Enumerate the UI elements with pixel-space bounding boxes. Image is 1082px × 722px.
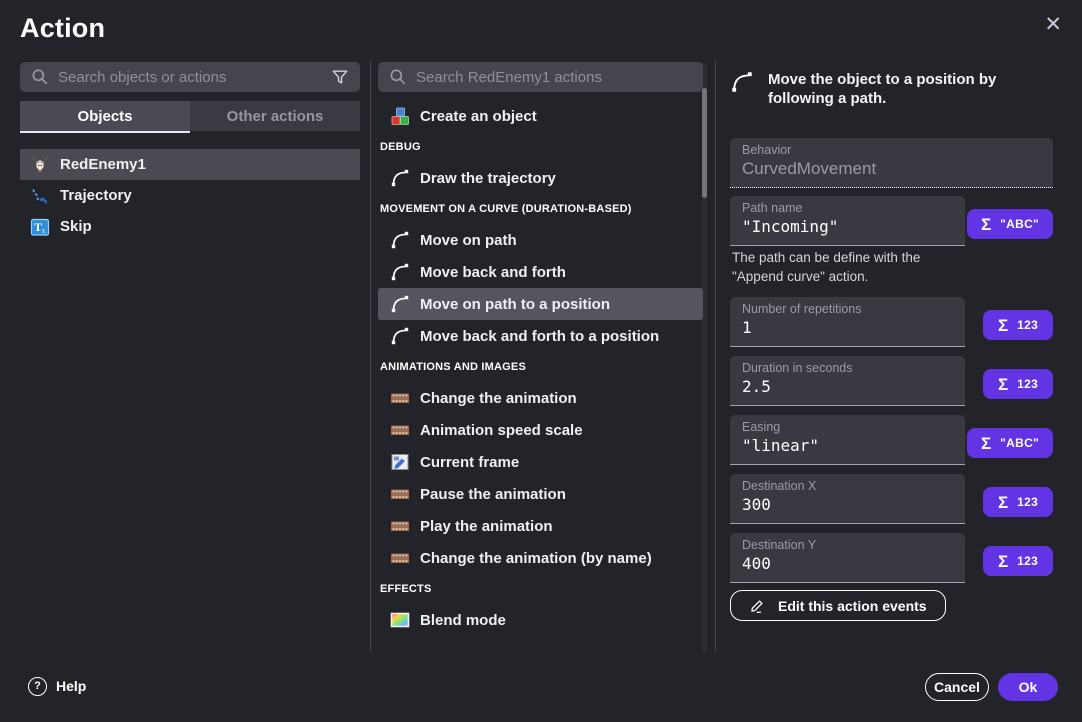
objects-panel: Objects Other actions RedEnemy1 <box>20 62 360 242</box>
action-item-play-animation[interactable]: Play the animation <box>378 510 703 542</box>
help-icon: ? <box>28 677 47 696</box>
trajectory-path-icon <box>30 186 50 206</box>
sigma-icon: Σ <box>998 494 1008 511</box>
expression-editor-123-button[interactable]: Σ 123 <box>983 546 1053 576</box>
action-section-header: MOVEMENT ON A CURVE (DURATION-BASED) <box>378 194 703 224</box>
svg-text:x: x <box>42 226 46 235</box>
panel-divider <box>370 60 371 652</box>
help-button[interactable]: ? Help <box>28 674 86 698</box>
action-section-header: ANIMATIONS AND IMAGES <box>378 352 703 382</box>
action-item-create-object[interactable]: Create an object <box>378 100 703 132</box>
object-row-trajectory[interactable]: Trajectory <box>20 180 360 211</box>
object-label: RedEnemy1 <box>60 156 146 173</box>
expression-editor-123-button[interactable]: Σ 123 <box>983 487 1053 517</box>
action-item-move-back-forth[interactable]: Move back and forth <box>378 256 703 288</box>
action-item-change-animation[interactable]: Change the animation <box>378 382 703 414</box>
action-item-move-on-path[interactable]: Move on path <box>378 224 703 256</box>
action-description: Move the object to a position by followi… <box>730 70 1050 108</box>
sigma-icon: Σ <box>998 376 1008 393</box>
action-item-change-animation-by-name[interactable]: Change the animation (by name) <box>378 542 703 574</box>
sigma-icon: Σ <box>981 216 991 233</box>
action-section-header: DEBUG <box>378 132 703 162</box>
edit-action-events-button[interactable]: Edit this action events <box>730 590 946 621</box>
dialog-title: Action <box>20 13 105 44</box>
text-object-icon: T x <box>30 217 50 237</box>
curve-icon <box>730 70 754 94</box>
sigma-icon: Σ <box>998 317 1008 334</box>
cancel-button[interactable]: Cancel <box>925 673 989 701</box>
curve-icon <box>390 326 410 346</box>
action-item-move-back-forth-to-position[interactable]: Move back and forth to a position <box>378 320 703 352</box>
objects-list: RedEnemy1 Trajectory T x Skip <box>20 149 360 242</box>
expression-editor-123-button[interactable]: Σ 123 <box>983 310 1053 340</box>
sigma-icon: Σ <box>998 553 1008 570</box>
object-row-redenemy1[interactable]: RedEnemy1 <box>20 149 360 180</box>
film-icon <box>390 516 410 536</box>
create-object-icon <box>390 106 410 126</box>
action-section-header: EFFECTS <box>378 574 703 604</box>
film-icon <box>390 388 410 408</box>
object-label: Skip <box>60 218 92 235</box>
actions-panel: Create an object DEBUG Draw the trajecto… <box>378 62 703 636</box>
action-item-move-on-path-to-position[interactable]: Move on path to a position <box>378 288 703 320</box>
objects-search-input[interactable] <box>58 69 322 86</box>
filter-icon[interactable] <box>330 67 350 87</box>
actions-search-box[interactable] <box>378 62 703 92</box>
panel-divider <box>715 60 716 652</box>
actions-search-input[interactable] <box>416 69 693 86</box>
action-item-blend-mode[interactable]: Blend mode <box>378 604 703 636</box>
object-row-skip[interactable]: T x Skip <box>20 211 360 242</box>
curve-icon <box>390 262 410 282</box>
object-label: Trajectory <box>60 187 132 204</box>
action-description-text: Move the object to a position by followi… <box>768 70 1050 108</box>
objects-search-box[interactable] <box>20 62 360 92</box>
tab-objects[interactable]: Objects <box>20 101 190 131</box>
search-icon <box>30 67 50 87</box>
film-icon <box>390 420 410 440</box>
field-path-name[interactable]: Path name "Incoming" <box>730 196 965 246</box>
objects-tabs: Objects Other actions <box>20 101 360 131</box>
curve-icon <box>390 168 410 188</box>
expression-editor-123-button[interactable]: Σ 123 <box>983 369 1053 399</box>
field-easing[interactable]: Easing "linear" <box>730 415 965 465</box>
field-number-of-repetitions[interactable]: Number of repetitions 1 <box>730 297 965 347</box>
field-destination-y[interactable]: Destination Y 400 <box>730 533 965 583</box>
action-item-current-frame[interactable]: Current frame <box>378 446 703 478</box>
expression-editor-abc-button[interactable]: Σ "ABC" <box>967 209 1053 239</box>
film-icon <box>390 548 410 568</box>
curve-icon <box>390 294 410 314</box>
action-item-draw-trajectory[interactable]: Draw the trajectory <box>378 162 703 194</box>
close-icon[interactable]: ✕ <box>1044 14 1062 35</box>
actions-list: Create an object DEBUG Draw the trajecto… <box>378 100 703 636</box>
pencil-icon <box>749 597 766 614</box>
curve-icon <box>390 230 410 250</box>
red-enemy-sprite-icon <box>30 155 50 175</box>
action-item-pause-animation[interactable]: Pause the animation <box>378 478 703 510</box>
field-behavior: Behavior CurvedMovement <box>730 138 1053 188</box>
sigma-icon: Σ <box>981 435 991 452</box>
action-item-animation-speed-scale[interactable]: Animation speed scale <box>378 414 703 446</box>
film-icon <box>390 484 410 504</box>
tab-other-actions[interactable]: Other actions <box>190 101 360 131</box>
search-icon <box>388 67 408 87</box>
field-helper-text: The path can be define with the "Append … <box>732 248 982 286</box>
ok-button[interactable]: Ok <box>998 673 1058 701</box>
frame-edit-icon <box>390 452 410 472</box>
action-details-panel: Move the object to a position by followi… <box>730 62 1053 632</box>
blend-mode-icon <box>390 610 410 630</box>
field-destination-x[interactable]: Destination X 300 <box>730 474 965 524</box>
field-duration-seconds[interactable]: Duration in seconds 2.5 <box>730 356 965 406</box>
expression-editor-abc-button[interactable]: Σ "ABC" <box>967 428 1053 458</box>
